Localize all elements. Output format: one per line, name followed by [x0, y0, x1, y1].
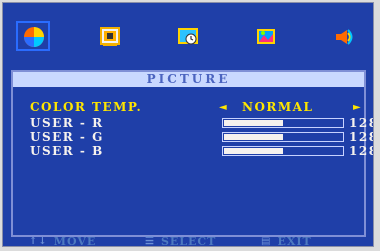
footer-select: ☰ SELECT	[145, 235, 217, 247]
user-r-row[interactable]: USER - R 128	[30, 116, 373, 130]
user-g-slider-fill	[224, 134, 283, 140]
footer-exit: ▤ EXIT	[261, 235, 312, 247]
user-g-slider[interactable]	[222, 132, 344, 142]
right-arrow-icon[interactable]: ►	[353, 101, 362, 114]
speaker-icon	[336, 29, 353, 45]
panel-title: PICTURE	[13, 72, 364, 87]
tab-picture[interactable]	[16, 21, 50, 51]
user-b-slider-fill	[224, 148, 283, 154]
footer-exit-label: EXIT	[277, 235, 312, 247]
user-r-value: 128	[349, 116, 373, 130]
user-g-label: USER - G	[30, 130, 104, 144]
menu-tab-bar	[3, 3, 373, 63]
color-temp-row[interactable]: COLOR TEMP. ◄ NORMAL ►	[30, 100, 362, 114]
monitor-osd: PICTURE COLOR TEMP. ◄ NORMAL ► USER - R …	[2, 2, 374, 247]
user-r-slider-fill	[224, 120, 283, 126]
clock-monitor-icon	[178, 28, 198, 45]
footer-move-label: MOVE	[53, 235, 97, 247]
tab-osd-setup[interactable]	[175, 25, 201, 49]
left-arrow-icon[interactable]: ◄	[219, 101, 228, 114]
color-temp-value: NORMAL	[242, 100, 314, 114]
user-r-slider[interactable]	[222, 118, 344, 128]
footer-bar: ↑↓ MOVE ☰ SELECT ▤ EXIT	[3, 235, 373, 247]
updown-arrows-icon: ↑↓	[29, 236, 48, 247]
color-wheel-icon	[24, 27, 44, 47]
user-b-row[interactable]: USER - B 128	[30, 144, 373, 158]
image-setup-icon	[100, 27, 120, 46]
select-icon: ☰	[145, 236, 155, 247]
picture-panel: PICTURE COLOR TEMP. ◄ NORMAL ► USER - R …	[11, 70, 373, 237]
user-b-label: USER - B	[30, 144, 104, 158]
user-b-value: 128	[349, 144, 373, 158]
tab-image-setup[interactable]	[97, 25, 123, 49]
footer-select-label: SELECT	[160, 235, 217, 247]
color-image-icon	[257, 29, 275, 44]
color-temp-label: COLOR TEMP.	[30, 100, 143, 114]
user-g-row[interactable]: USER - G 128	[30, 130, 373, 144]
menu-icon: ▤	[261, 236, 272, 247]
user-g-value: 128	[349, 130, 373, 144]
footer-move: ↑↓ MOVE	[29, 235, 97, 247]
tab-audio[interactable]	[331, 25, 357, 49]
tab-color[interactable]	[253, 25, 279, 49]
user-r-label: USER - R	[30, 116, 104, 130]
user-b-slider[interactable]	[222, 146, 344, 156]
